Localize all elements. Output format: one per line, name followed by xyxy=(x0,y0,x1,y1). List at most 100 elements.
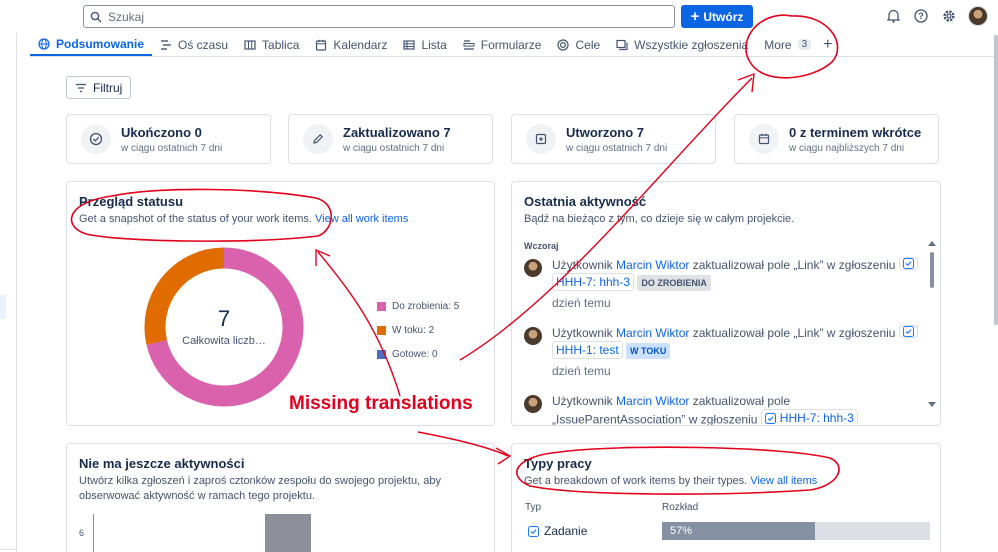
create-button[interactable]: + Utwórz xyxy=(681,5,753,28)
placeholder-bar xyxy=(265,514,311,552)
activity-action-cont: „IssueParentAssociation” w zgłoszeniu xyxy=(552,412,758,426)
filter-button[interactable]: Filtruj xyxy=(66,76,132,99)
user-avatar[interactable] xyxy=(968,6,988,26)
panel-description-text: Get a breakdown of work items by their t… xyxy=(524,475,748,487)
view-all-items-link[interactable]: View all items xyxy=(750,475,817,487)
panel-title: Typy pracy xyxy=(524,456,592,471)
plus-icon: + xyxy=(823,35,833,53)
tab-timeline[interactable]: Oś czasu xyxy=(152,34,236,56)
activity-time: dzień temu xyxy=(552,364,611,378)
stat-subtitle: w ciągu ostatnich 7 dni xyxy=(121,142,223,154)
axis-line xyxy=(93,514,94,552)
globe-icon xyxy=(38,37,50,50)
check-circle-icon xyxy=(81,124,111,154)
panel-description: Get a snapshot of the status of your wor… xyxy=(79,212,482,227)
donut-center: 7 Całkowita liczb… xyxy=(139,306,309,347)
sidebar-collapsed xyxy=(0,33,17,552)
sidebar-active-marker xyxy=(0,295,6,319)
more-count-badge: 3 xyxy=(797,39,812,50)
activity-prefix: Użytkownik xyxy=(552,326,613,340)
issue-link[interactable]: HHH-7: hhh-3 xyxy=(780,410,854,425)
column-header-distribution: Rozkład xyxy=(662,502,699,513)
distribution-percent: 57% xyxy=(670,525,693,537)
stat-subtitle: w ciągu ostatnich 7 dni xyxy=(343,142,445,154)
search-input[interactable]: Szukaj xyxy=(83,5,675,28)
legend-swatch xyxy=(377,301,386,311)
legend-swatch xyxy=(377,325,386,335)
status-badge: DO ZROBIENIA xyxy=(637,275,711,291)
stat-card-updated[interactable]: Zaktualizowano 7 w ciągu ostatnich 7 dni xyxy=(288,114,493,164)
activity-time: dzień temu xyxy=(552,296,611,310)
activity-scrollbar[interactable] xyxy=(928,240,936,408)
top-icons: ? xyxy=(884,6,988,26)
tab-label: Podsumowanie xyxy=(56,36,145,51)
panel-title: Przegląd statusu xyxy=(79,194,184,209)
settings-icon[interactable] xyxy=(940,7,958,25)
tab-calendar[interactable]: Kalendarz xyxy=(307,34,395,56)
legend-label: Gotowe: 0 xyxy=(392,348,438,360)
activity-user-link[interactable]: Marcin Wiktor xyxy=(616,326,689,340)
tab-summary[interactable]: Podsumowanie xyxy=(30,34,153,56)
stat-title: Ukończono 0 xyxy=(121,124,202,140)
filter-label: Filtruj xyxy=(93,80,123,95)
create-icon xyxy=(526,124,556,154)
annotation-arrowhead-more xyxy=(737,72,755,93)
scrollbar-thumb[interactable] xyxy=(930,252,934,288)
issue-chip[interactable] xyxy=(898,325,918,338)
project-tabs: Podsumowanie Oś czasu Tablica Kalendarz … xyxy=(30,33,998,57)
activity-group-label: Wczoraj xyxy=(524,241,559,251)
notifications-icon[interactable] xyxy=(884,7,902,25)
legend-item-todo[interactable]: Do zrobienia: 5 xyxy=(377,294,459,318)
add-tab-button[interactable]: + xyxy=(819,34,836,56)
donut-total-label: Całkowita liczb… xyxy=(182,335,266,347)
avatar xyxy=(524,327,542,345)
task-icon xyxy=(764,412,776,424)
tab-label: Cele xyxy=(575,37,601,52)
calendar-icon xyxy=(316,39,327,51)
filter-icon xyxy=(76,83,86,92)
stat-card-completed[interactable]: Ukończono 0 w ciągu ostatnich 7 dni xyxy=(66,114,271,164)
forms-icon xyxy=(463,39,475,50)
activity-user-link[interactable]: Marcin Wiktor xyxy=(616,258,689,272)
view-all-work-items-link[interactable]: View all work items xyxy=(315,213,408,225)
sidebar-divider xyxy=(0,549,17,550)
stat-subtitle: w ciągu najbliższych 7 dni xyxy=(789,142,905,154)
tab-label: Kalendarz xyxy=(333,37,388,52)
tab-more[interactable]: More 3 xyxy=(756,34,819,56)
issue-chip[interactable]: HHH-7: hhh-3 xyxy=(760,409,858,425)
panel-description: Get a breakdown of work items by their t… xyxy=(524,474,928,489)
issue-chip[interactable] xyxy=(898,257,918,270)
tab-board[interactable]: Tablica xyxy=(236,34,307,56)
stat-card-due-soon[interactable]: 0 z terminem wkrótce w ciągu najbliższyc… xyxy=(734,114,939,164)
issue-link[interactable]: HHH-1: test xyxy=(552,341,623,359)
help-icon[interactable]: ? xyxy=(912,7,930,25)
axis-tick-label: 6 xyxy=(79,528,85,538)
activity-prefix: Użytkownik xyxy=(552,258,613,272)
legend-item-done[interactable]: Gotowe: 0 xyxy=(377,342,459,366)
status-badge: W TOKU xyxy=(626,343,671,359)
activity-item: Użytkownik Marcin Wiktor zaktualizował p… xyxy=(524,257,928,311)
work-types-panel: Typy pracy Get a breakdown of work items… xyxy=(511,443,941,552)
tab-label: Wszystkie zgłoszenia xyxy=(634,37,749,52)
tab-all-issues[interactable]: Wszystkie zgłoszenia xyxy=(608,34,756,56)
tab-label: Lista xyxy=(421,37,447,52)
activity-prefix: Użytkownik xyxy=(552,394,613,408)
legend-item-in-progress[interactable]: W toku: 2 xyxy=(377,318,459,342)
task-icon xyxy=(528,525,539,537)
tab-goals[interactable]: Cele xyxy=(549,34,608,56)
tab-forms[interactable]: Formularze xyxy=(455,34,550,56)
work-type-row[interactable]: Zadanie xyxy=(528,524,587,538)
top-navigation: Szukaj + Utwórz ? xyxy=(0,0,998,33)
page-scrollbar[interactable] xyxy=(994,35,998,325)
goals-icon xyxy=(557,38,570,51)
stat-title: Zaktualizowano 7 xyxy=(343,124,451,140)
scroll-down-icon xyxy=(928,402,936,407)
issue-link[interactable]: HHH-7: hhh-3 xyxy=(552,273,635,291)
distribution-fill: 57% xyxy=(662,522,815,540)
task-icon xyxy=(902,326,914,337)
tab-label: Formularze xyxy=(480,37,542,52)
tab-list[interactable]: Lista xyxy=(395,34,454,56)
stat-card-created[interactable]: Utworzono 7 w ciągu ostatnich 7 dni xyxy=(511,114,716,164)
activity-user-link[interactable]: Marcin Wiktor xyxy=(616,394,689,408)
tab-label: Oś czasu xyxy=(178,37,229,52)
